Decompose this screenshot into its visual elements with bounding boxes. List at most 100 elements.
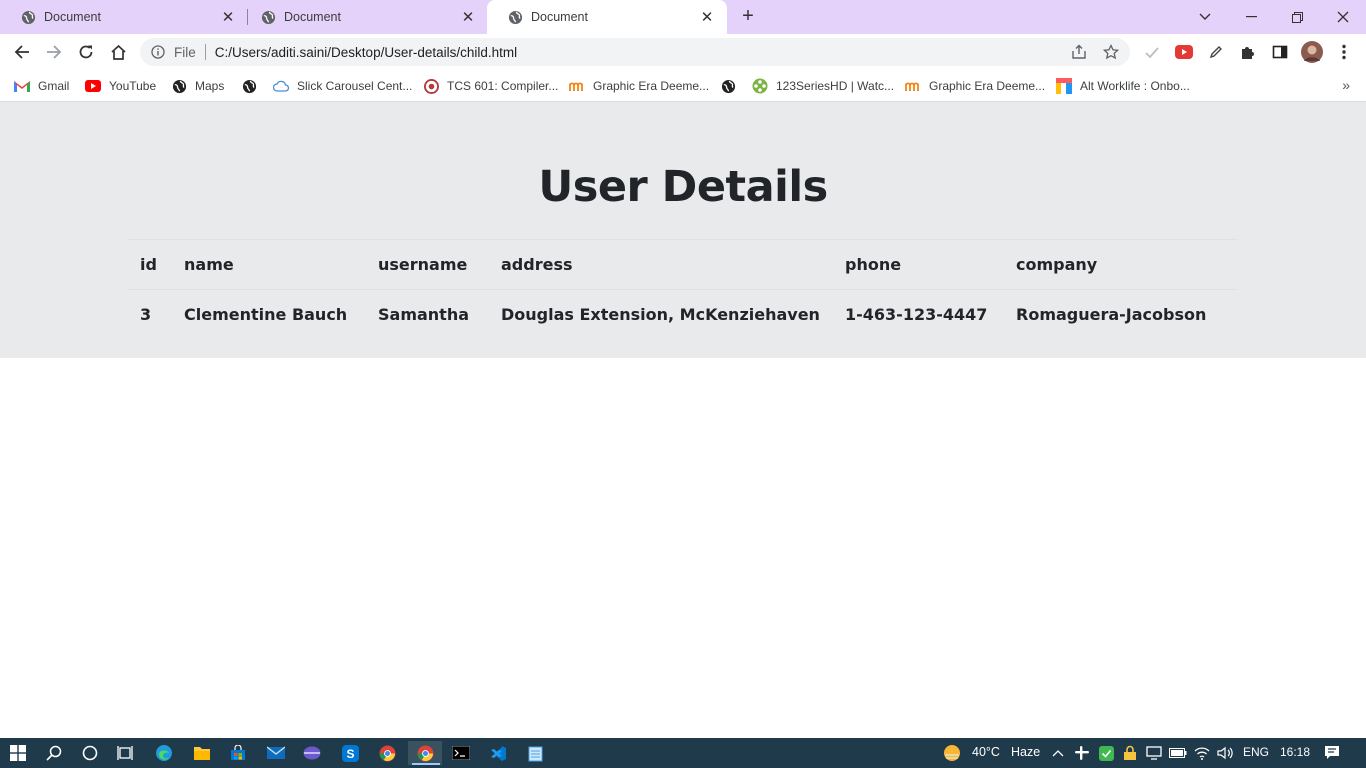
security-check-icon[interactable] (1094, 741, 1118, 765)
tab-document-3-active[interactable]: Document ✕ (487, 0, 727, 34)
column-header-name: name (184, 255, 234, 274)
battery-icon[interactable] (1166, 741, 1190, 765)
wifi-icon[interactable] (1190, 741, 1214, 765)
edge-icon[interactable] (152, 741, 176, 765)
language-indicator[interactable]: ENG (1243, 745, 1269, 759)
show-hidden-icons-chevron-icon[interactable] (1046, 741, 1070, 765)
table-row: 3 Clementine Bauch Samantha Douglas Exte… (128, 289, 1238, 339)
weather-temp[interactable]: 40°C (972, 745, 1000, 759)
menu-kebab-icon[interactable] (1332, 40, 1356, 64)
bookmark-gmail[interactable]: Gmail (14, 76, 69, 96)
column-header-company: company (1016, 255, 1098, 274)
compiler-icon (423, 78, 439, 94)
lock-icon[interactable] (1118, 741, 1142, 765)
bookmark-unnamed-globe-2[interactable] (720, 76, 744, 96)
moodle-icon (569, 78, 585, 94)
bookmark-tcs-601[interactable]: TCS 601: Compiler... (423, 76, 558, 96)
weather-condition[interactable]: Haze (1011, 745, 1040, 759)
bookmark-maps[interactable]: Maps (171, 76, 224, 96)
mail-icon[interactable] (264, 741, 288, 765)
globe-icon (241, 78, 257, 94)
column-header-address: address (501, 255, 573, 274)
bookmark-label: Gmail (38, 79, 70, 93)
globe-icon (720, 78, 736, 94)
chrome-active-icon[interactable] (408, 741, 442, 765)
altworklife-icon (1056, 78, 1072, 94)
bookmark-label: Graphic Era Deeme... (593, 79, 710, 93)
close-window-button[interactable] (1320, 0, 1366, 34)
user-table: id name username address phone company 3… (128, 239, 1238, 339)
globe-icon (20, 9, 36, 25)
app-pill-icon[interactable] (300, 741, 324, 765)
address-divider (204, 44, 206, 60)
close-icon[interactable]: ✕ (699, 9, 715, 26)
bookmark-123serieshd[interactable]: 123SeriesHD | Watc... (752, 76, 894, 96)
scheme-label: File (174, 44, 196, 60)
cell-company: Romaguera-Jacobson (1016, 305, 1207, 324)
bookmark-label: Slick Carousel Cent... (297, 79, 413, 93)
gmail-icon (14, 78, 30, 94)
url-text[interactable]: C:/Users/aditi.saini/Desktop/User-detail… (215, 45, 517, 60)
more-bookmarks-chevron-icon[interactable]: » (1342, 77, 1350, 93)
tab-document-2[interactable]: Document ✕ (240, 0, 488, 34)
moodle-icon (905, 78, 921, 94)
check-extension-icon[interactable] (1140, 40, 1164, 64)
skype-icon[interactable]: S (338, 741, 362, 765)
info-icon[interactable] (150, 44, 166, 60)
terminal-icon[interactable] (449, 741, 473, 765)
globe-icon (507, 9, 523, 25)
cortana-icon[interactable] (78, 741, 102, 765)
bookmark-youtube[interactable]: YouTube (85, 76, 156, 96)
windows-taskbar: S 40°C Haze ENG 16:18 (0, 738, 1366, 768)
notepad-icon[interactable] (523, 741, 547, 765)
active-indicator (412, 763, 440, 765)
tab-document-1[interactable]: Document ✕ (0, 0, 248, 34)
forward-button[interactable] (42, 40, 66, 64)
search-icon[interactable] (42, 741, 66, 765)
bookmarks-bar: Gmail YouTube Maps Slick Carousel Cent..… (0, 70, 1366, 102)
side-panel-icon[interactable] (1268, 40, 1292, 64)
file-explorer-icon[interactable] (190, 741, 214, 765)
page-viewport: User Details id name username address ph… (0, 102, 1366, 738)
extensions-puzzle-icon[interactable] (1236, 40, 1260, 64)
youtube-extension-icon[interactable] (1172, 40, 1196, 64)
close-icon[interactable]: ✕ (220, 9, 236, 26)
microsoft-store-icon[interactable] (226, 741, 250, 765)
profile-avatar[interactable] (1300, 40, 1324, 64)
column-header-username: username (378, 255, 468, 274)
tab-search-chevron-icon[interactable] (1182, 0, 1228, 34)
volume-icon[interactable] (1213, 741, 1237, 765)
bookmark-label: Alt Worklife : Onbo... (1080, 79, 1190, 93)
bookmark-slick-carousel[interactable]: Slick Carousel Cent... (273, 76, 412, 96)
slack-icon[interactable] (1070, 741, 1094, 765)
svg-text:S: S (346, 747, 354, 761)
pen-extension-icon[interactable] (1204, 40, 1228, 64)
address-bar[interactable]: File C:/Users/aditi.saini/Desktop/User-d… (140, 38, 1130, 66)
notifications-icon[interactable] (1320, 741, 1344, 765)
home-button[interactable] (106, 40, 130, 64)
back-button[interactable] (10, 40, 34, 64)
chrome-icon[interactable] (375, 741, 399, 765)
cell-name: Clementine Bauch (184, 305, 348, 324)
windows-start-icon[interactable] (6, 741, 30, 765)
bookmark-graphic-era-2[interactable]: Graphic Era Deeme... (905, 76, 1045, 96)
bookmark-unnamed-globe[interactable] (241, 76, 265, 96)
minimize-button[interactable] (1228, 0, 1274, 34)
close-icon[interactable]: ✕ (460, 9, 476, 26)
vscode-icon[interactable] (486, 741, 510, 765)
bookmark-graphic-era-1[interactable]: Graphic Era Deeme... (569, 76, 709, 96)
display-settings-icon[interactable] (1142, 741, 1166, 765)
star-icon[interactable] (1102, 43, 1120, 61)
clock-time[interactable]: 16:18 (1280, 745, 1310, 759)
tab-title: Document (44, 10, 101, 24)
bookmark-alt-worklife[interactable]: Alt Worklife : Onbo... (1056, 76, 1190, 96)
reload-button[interactable] (74, 40, 98, 64)
weather-haze-icon[interactable] (940, 741, 964, 765)
task-view-icon[interactable] (114, 741, 138, 765)
restore-button[interactable] (1274, 0, 1320, 34)
new-tab-button[interactable]: + (738, 6, 758, 27)
globe-icon (260, 9, 276, 25)
share-icon[interactable] (1070, 43, 1088, 61)
page-title: User Details (538, 162, 828, 212)
film-icon (752, 78, 768, 94)
